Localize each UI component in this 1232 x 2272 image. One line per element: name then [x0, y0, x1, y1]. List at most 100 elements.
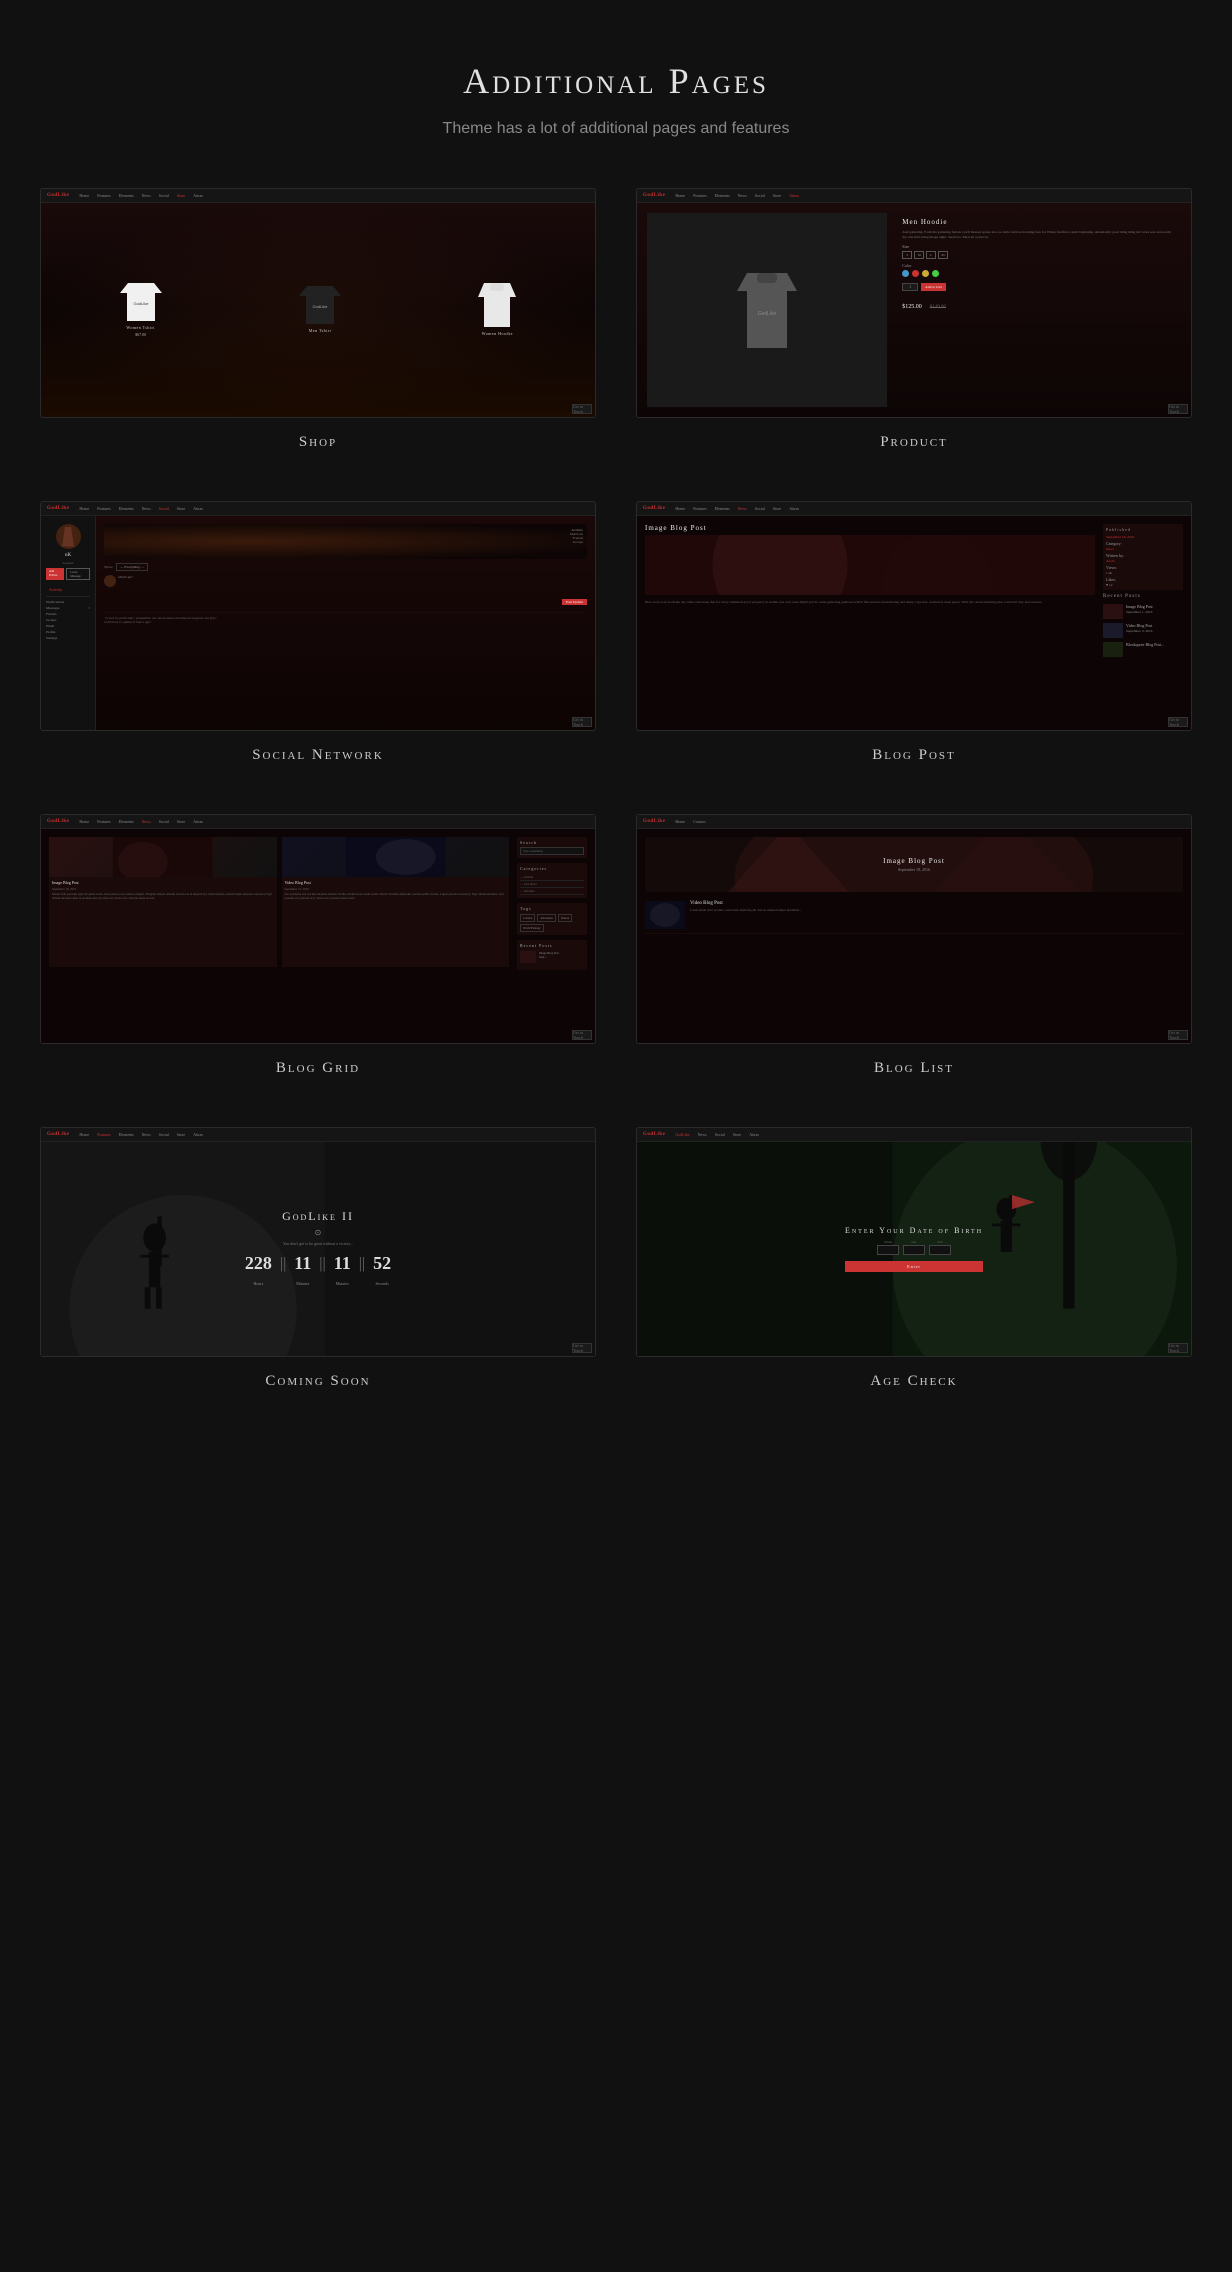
sim-nav-blog-list: GodLike Home Contact [637, 815, 1191, 829]
tshirt-black-icon: GodLike [299, 286, 341, 324]
screenshot-blog-list[interactable]: GodLike Home Contact [636, 814, 1192, 1044]
year-input[interactable] [929, 1245, 951, 1255]
screenshot-blog-grid[interactable]: GodLike Home Features Elements News Soci… [40, 814, 596, 1044]
product-image: GodLike [647, 213, 887, 407]
screenshot-blog-post[interactable]: GodLike Home Features Elements News Soci… [636, 501, 1192, 731]
sim-nav-social: GodLike Home Features Elements News Soci… [41, 502, 595, 516]
countdown-seconds: 52 Seconds [373, 1254, 391, 1290]
page-title: Additional Pages [40, 60, 1192, 102]
coming-soon-caption: Coming Soon [265, 1373, 370, 1390]
scroll-hint-coming-soon: Get in Touch [572, 1343, 592, 1353]
grid-item-blog-grid: GodLike Home Features Elements News Soci… [40, 814, 596, 1077]
hoodie-dark-icon: GodLike [737, 273, 797, 348]
shop-item-3: Women Hoodie [478, 283, 516, 338]
blog-grid-content: Image Blog Post September 18, 2016 Mauri… [41, 829, 595, 1043]
categories-widget: Categories — Articles — Live News — Life… [517, 863, 587, 898]
tags-widget: Tags London Adventure Nature World Fanta… [517, 903, 587, 935]
blog-list-caption: Blog List [874, 1060, 954, 1077]
profile-picture [56, 524, 81, 549]
age-check-center: Enter Your Date of Birth Month Day [845, 1226, 983, 1272]
search-input[interactable]: Type something... [520, 847, 584, 855]
scroll-hint-product: Get in Touch [1168, 404, 1188, 414]
hoodie-white-icon [478, 283, 516, 327]
scroll-hint: Get in Touch [572, 404, 592, 414]
sim-nav-product: GodLike Home Features Elements News Soci… [637, 189, 1191, 203]
age-check-enter-button[interactable]: Enter [845, 1261, 983, 1272]
grid-item-blog-list: GodLike Home Contact [636, 814, 1192, 1077]
blog-list-content: Image Blog Post September 18, 2016 [637, 829, 1191, 1043]
grid-item-social: GodLike Home Features Elements News Soci… [40, 501, 596, 764]
scroll-hint-age-check: Get in Touch [1168, 1343, 1188, 1353]
countdown: 228 Hours || 11 Minutes || 1 [245, 1254, 391, 1290]
scroll-hint-blog: Get in Touch [1168, 717, 1188, 727]
sim-nav-coming-soon: GodLike Home Features Elements News Soci… [41, 1128, 595, 1142]
countdown-days: 228 Hours [245, 1254, 272, 1290]
sim-nav-age-check: GodLike GodLike News Social Store Attras [637, 1128, 1191, 1142]
scroll-hint-blog-list: Get in Touch [1168, 1030, 1188, 1040]
social-caption: Social Network [252, 747, 384, 764]
recent-posts-widget: Recent Posts Image Blog PostSept... [517, 940, 587, 970]
scroll-hint-social: Get in Touch [572, 717, 592, 727]
blog-grid-caption: Blog Grid [276, 1060, 360, 1077]
scroll-hint-blog-grid: Get in Touch [572, 1030, 592, 1040]
shop-item-2: GodLike Men Tshirt [299, 286, 341, 335]
recent-post-3: Blockquote Blog Post... [1103, 642, 1183, 657]
social-content: nK London Add Follow Leave Message Activ… [41, 516, 595, 730]
screenshot-product[interactable]: GodLike Home Features Elements News Soci… [636, 188, 1192, 418]
blog-main: Image Blog Post How were your GodLike an… [645, 524, 1095, 722]
product-caption: Product [880, 434, 948, 451]
age-check-caption: Age Check [870, 1373, 957, 1390]
product-info: Men Hoodie And gathering. Form his gathe… [897, 213, 1181, 407]
nav-logo: GodLike [47, 193, 69, 198]
shop-item-1: GodLike Women Tshirt $67.00 [120, 283, 162, 337]
sim-nav-blog-grid: GodLike Home Features Elements News Soci… [41, 815, 595, 829]
blog-hero-image [645, 535, 1095, 595]
social-cover: Activity Mentions Friends Groups [104, 524, 587, 559]
post-avatar [104, 575, 116, 587]
header-section: Additional Pages Theme has a lot of addi… [40, 60, 1192, 138]
blog-search: Search Type something... [517, 837, 587, 858]
tshirt-white-icon: GodLike [120, 283, 162, 321]
product-name: Men Hoodie [902, 218, 1176, 226]
screenshot-shop[interactable]: GodLike Home Features Elements News Soci… [40, 188, 596, 418]
sim-nav-shop: GodLike Home Features Elements News Soci… [41, 189, 595, 203]
month-input[interactable] [877, 1245, 899, 1255]
countdown-minutes: 11 Minutes [334, 1254, 351, 1290]
recent-post-2: Video Blog Post September 3, 2016 [1103, 623, 1183, 638]
screenshots-grid: GodLike Home Features Elements News Soci… [40, 188, 1192, 1390]
page-subtitle: Theme has a lot of additional pages and … [40, 120, 1192, 138]
age-check-content: Enter Your Date of Birth Month Day [637, 1142, 1191, 1356]
screenshot-age-check[interactable]: GodLike GodLike News Social Store Attras [636, 1127, 1192, 1357]
grid-item-product: GodLike Home Features Elements News Soci… [636, 188, 1192, 451]
product-content: GodLike Men Hoodie And gathering. Form h… [637, 203, 1191, 417]
hero-title: Image Blog Post [883, 857, 945, 865]
screenshot-coming-soon[interactable]: GodLike Home Features Elements News Soci… [40, 1127, 596, 1357]
grid-item-shop: GodLike Home Features Elements News Soci… [40, 188, 596, 451]
blog-grid-item-2: Video Blog Post September 15, 2016 Nec p… [282, 837, 510, 967]
grid-item-age-check: GodLike GodLike News Social Store Attras [636, 1127, 1192, 1390]
recent-post-1: Image Blog Post September 1, 2016 [1103, 604, 1183, 619]
quantity-and-cart: 1 Add to Cart [902, 283, 1176, 291]
sim-nav-blog-post: GodLike Home Features Elements News Soci… [637, 502, 1191, 516]
blog-list-item-title-2: Video Blog Post [690, 901, 801, 906]
age-inputs: Month Day Year [845, 1240, 983, 1255]
screenshot-social[interactable]: GodLike Home Features Elements News Soci… [40, 501, 596, 731]
age-check-title: Enter Your Date of Birth [845, 1226, 983, 1235]
day-input[interactable] [903, 1245, 925, 1255]
blog-grid-sidebar: Search Type something... Categories — Ar… [517, 837, 587, 1035]
blog-post-caption: Blog Post [872, 747, 956, 764]
svg-text:GodLike: GodLike [313, 304, 329, 309]
size-selector: S M L XL [902, 251, 1176, 259]
color-selector [902, 270, 1176, 277]
coming-soon-desc: You don't get to be great without a vict… [245, 1241, 391, 1246]
svg-text:GodLike: GodLike [758, 311, 777, 317]
blog-sidebar: Published September 18, 2016 Category: N… [1103, 524, 1183, 722]
shop-content: GodLike Women Tshirt $67.00 GodLike [41, 203, 595, 417]
page-wrapper: Additional Pages Theme has a lot of addi… [0, 0, 1232, 1470]
coming-soon-content: GodLike II ⊙ You don't get to be great w… [41, 1142, 595, 1356]
social-main: Activity Mentions Friends Groups Show: —… [96, 516, 595, 730]
blog-grid-main: Image Blog Post September 18, 2016 Mauri… [49, 837, 509, 1035]
grid-item-blog-post: GodLike Home Features Elements News Soci… [636, 501, 1192, 764]
countdown-hours: 11 Minutes [294, 1254, 311, 1290]
blog-list-hero: Image Blog Post September 18, 2016 [645, 837, 1183, 892]
